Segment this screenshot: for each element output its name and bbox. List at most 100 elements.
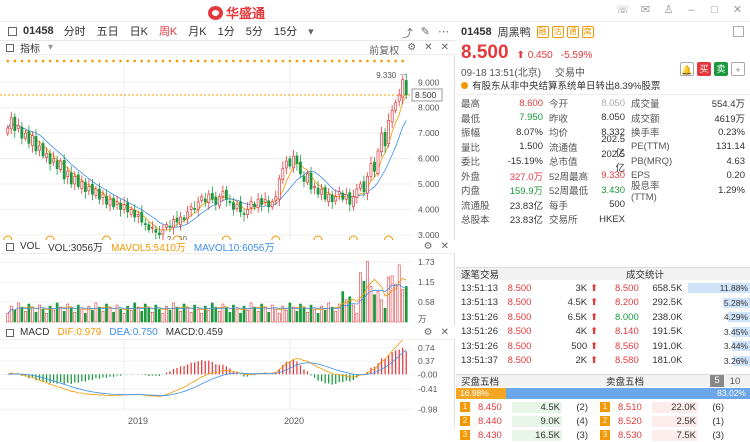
main-pane-toggle[interactable] [6,43,14,52]
event-dot [168,59,172,63]
volume-bar [383,307,387,323]
tab-period-1[interactable]: 五日 [97,23,119,39]
candle-body [62,159,66,180]
notice-text[interactable]: 有股东从非中央结算系统单日转出8.39%股票 [472,78,660,92]
depth-5-button[interactable]: 5 [710,375,724,387]
ask-price[interactable]: 8.520 [618,416,652,427]
volume-bar [323,309,327,323]
volume-bar [200,313,204,323]
candle-body [397,94,401,102]
expand-icon[interactable] [733,26,744,37]
candle-body [13,116,17,131]
quote-code: 01458 [461,26,492,38]
volume-bar [80,308,84,323]
ask-level: 2 [600,416,610,426]
tab-period-2[interactable]: 日K [130,23,148,39]
stat-row: 委比 -15.19% 总市值 202.5亿 PB(MRQ) 4.63 [461,149,745,174]
ask-price[interactable]: 8.510 [618,402,652,413]
close-icon[interactable]: ✕ [731,4,744,16]
notice-bar[interactable]: 有股东从非中央结算系统单日转出8.39%股票 [456,78,750,92]
more-icon[interactable]: ⋯ [438,25,449,41]
bid-price[interactable]: 8.450 [478,402,512,413]
maximize-icon[interactable]: □ [708,4,721,16]
shirt-icon[interactable]: ♙ [662,4,675,16]
sell-button[interactable]: 卖 [714,62,728,76]
chart-area[interactable]: 指标 ▾ 前复权 ⚙ ✕ ✕ 9.000 8.000 7.000 6.000 5.000… [0,41,455,428]
stat-value: 8.600 [519,97,543,109]
candle-body [73,175,77,185]
macd-label[interactable]: MACD [20,327,49,338]
volume-bar [376,291,380,323]
period-dropdown-icon[interactable]: ▾ [308,25,314,38]
candle-body [105,196,108,205]
settings-icon[interactable]: ⚙ [424,327,433,338]
vol-pane-toggle[interactable] [6,242,14,251]
depth-10-button[interactable]: 10 [728,376,742,387]
add-icon[interactable]: + [731,62,745,76]
change-amount: 0.450 [527,50,553,61]
bid-price[interactable]: 8.440 [478,416,512,427]
tab-period-7[interactable]: 15分 [274,23,297,39]
stat-label: 委比 [461,157,481,169]
dropdown-icon[interactable]: ▾ [48,42,53,53]
mail-icon[interactable]: ✉ [639,4,652,16]
candle-body [235,203,239,209]
event-dot [27,59,31,63]
tab-trade-stats[interactable]: 成交统计 [606,267,746,281]
stat-value: 0.23% [718,126,745,138]
event-dot [274,59,278,63]
candle-body [147,224,151,231]
volume-bar [380,299,383,323]
vol-label[interactable]: VOL [20,241,40,252]
macd-pane-toggle[interactable] [6,328,14,337]
tab-period-4[interactable]: 月K [188,23,206,39]
trade-time: 13:51:26 [461,311,498,323]
candle-body [196,201,200,210]
trade-volume: 6.5K [567,311,588,323]
volume-bar [186,307,189,323]
draw-icon[interactable]: ✎ [421,25,430,41]
bid-count: (3) [576,429,588,441]
candle-body [246,209,249,215]
buy-button[interactable]: 买 [697,62,711,76]
tab-tick-trades[interactable]: 逐笔交易 [456,267,606,281]
candle-body [129,209,133,215]
ask-price[interactable]: 8.530 [618,430,652,441]
bid-price[interactable]: 8.430 [478,430,512,441]
minimize-icon[interactable]: – [685,4,698,16]
stats-table: 最高 8.600 今开 8.050 成交量 554.4万 最低 7.950 昨收 … [456,94,750,227]
tab-period-3[interactable]: 周K [159,23,177,39]
ask-levels-label: 卖盘五档 [606,377,645,388]
candle-body [31,135,34,146]
tab-period-6[interactable]: 5分 [246,23,263,39]
volume-chart[interactable]: 1.73 1.15 0.58 万 [0,254,455,324]
volume-bar [73,312,77,323]
volume-bar [404,286,408,323]
share-icon[interactable]: ⤴ [402,25,413,41]
indicator-label[interactable]: 指标 [20,40,40,55]
alert-icon[interactable]: 🔔 [680,62,694,76]
volume-bar [24,310,27,323]
close-pane-icon[interactable]: ✕ [441,327,449,338]
candle-body [214,196,218,205]
settings-icon[interactable]: ⚙ [424,241,433,252]
candlestick-chart[interactable]: 9.000 8.000 7.000 6.000 5.000 4.000 3.000 8.500… [0,55,455,250]
vol-pane-header: VOL VOL:3056万 MAVOL5:5410万 MAVOL10:6056万… [0,240,455,254]
stat-price: 8.000 [614,311,639,323]
stat-value: 1.29% [718,184,745,196]
candle-body [404,80,408,96]
candle-body [207,193,211,203]
headset-icon[interactable]: ☏ [616,4,630,16]
layout-toggle[interactable] [8,26,17,36]
quote-panel: 01458 周黑鸭 融 沽 通 窝 8.500 ⬆ 0.450 -5.59% 0… [456,22,750,441]
change-value: ⬆ 0.450 [516,50,553,61]
volume-bar [334,310,338,323]
price-tick-label: 4.000 [418,204,440,214]
event-dot [203,59,207,63]
macd-chart[interactable]: 0.74 0.37 -0.00 -0.41 -0.98 [0,340,455,414]
stat-value: 3.430 [601,184,625,196]
close-pane-icon[interactable]: ✕ [441,241,449,252]
tab-period-0[interactable]: 分时 [64,23,86,39]
trades-header: 逐笔交易 成交统计 [456,267,750,281]
tab-period-5[interactable]: 1分 [218,23,235,39]
